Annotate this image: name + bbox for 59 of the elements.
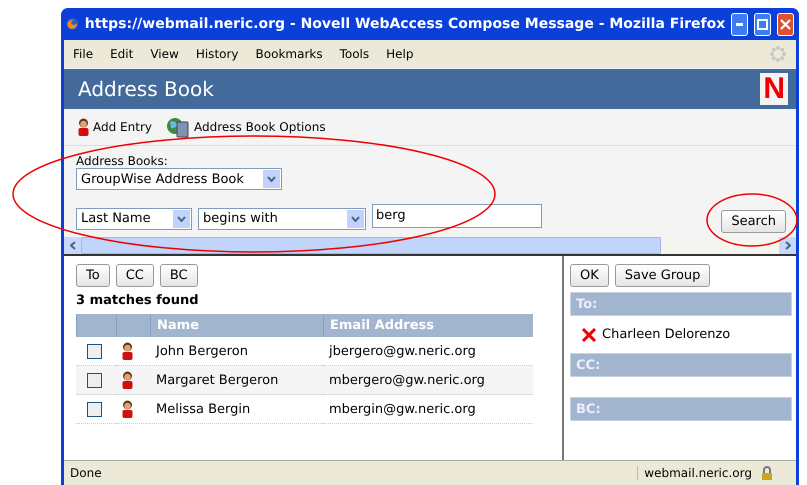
row-checkbox[interactable] <box>87 372 102 388</box>
field-dropdown[interactable]: Last Name <box>76 208 192 230</box>
window-title: https://webmail.neric.org - Novell WebAccess Compose Message - Mozilla Firefox <box>84 16 726 32</box>
search-field[interactable]: berg <box>372 204 542 228</box>
scroll-left-button[interactable] <box>64 237 81 254</box>
chevron-down-icon <box>351 216 360 222</box>
recipient-action-button[interactable]: OK <box>570 264 609 287</box>
chevron-left-icon <box>70 241 76 250</box>
address-book-icon <box>166 116 190 138</box>
recipient-section-header: To: <box>570 292 792 316</box>
toolbar-button[interactable]: Add Entry <box>78 118 152 136</box>
name-cell: Margaret Bergeron <box>150 366 323 395</box>
search-button[interactable]: Search <box>721 210 786 233</box>
add-recipient-button[interactable]: CC <box>116 264 154 287</box>
status-text: Done <box>69 466 103 480</box>
person-icon <box>122 342 133 360</box>
chevron-right-icon <box>784 241 790 250</box>
menu-item[interactable]: Bookmarks <box>256 47 323 61</box>
person-icon <box>78 118 89 136</box>
page-title: Address Book <box>78 77 214 101</box>
minimize-icon <box>736 22 744 26</box>
operator-dropdown[interactable]: begins with <box>198 208 366 230</box>
remove-icon[interactable] <box>582 328 596 342</box>
throbber-icon <box>769 45 787 63</box>
close-button[interactable] <box>777 12 794 36</box>
maximize-button[interactable] <box>754 12 772 36</box>
menu-item[interactable]: Tools <box>340 47 370 61</box>
row-checkbox[interactable] <box>87 344 102 358</box>
maximize-icon <box>757 18 768 30</box>
chevron-down-icon <box>267 176 276 182</box>
match-count: 3 matches found <box>76 293 200 308</box>
lock-icon <box>760 466 774 480</box>
table-header-cell <box>76 314 116 337</box>
scrollbar-thumb[interactable] <box>81 237 661 254</box>
recipient-action-button[interactable]: Save Group <box>614 264 710 287</box>
status-host: webmail.neric.org <box>644 466 752 480</box>
menu-item[interactable]: View <box>150 47 179 61</box>
table-header-cell <box>116 314 150 337</box>
toolbar-button[interactable]: Address Book Options <box>166 116 326 138</box>
email-cell: mbergero@gw.neric.org <box>323 366 533 395</box>
field-label: Address Books: <box>76 154 169 168</box>
add-recipient-button[interactable]: BC <box>160 264 198 287</box>
close-icon <box>780 18 792 30</box>
menu-item[interactable]: File <box>73 47 94 61</box>
scroll-right-button[interactable] <box>779 237 796 254</box>
recipient-name: Charleen Delorenzo <box>602 327 730 342</box>
logo: N <box>760 73 788 105</box>
menu-item[interactable]: Help <box>386 47 414 61</box>
address-book-dropdown[interactable]: GroupWise Address Book <box>76 168 282 190</box>
chevron-down-icon <box>177 216 186 222</box>
row-checkbox[interactable] <box>87 402 102 416</box>
person-icon <box>122 400 133 418</box>
recipient-section-header: BC: <box>570 397 792 421</box>
add-recipient-button[interactable]: To <box>76 264 110 287</box>
menu-item[interactable]: Edit <box>110 47 134 61</box>
person-icon <box>122 371 133 389</box>
menu-item[interactable]: History <box>196 47 239 61</box>
recipient-section-header: CC: <box>570 353 792 377</box>
minimize-button[interactable] <box>731 12 748 36</box>
